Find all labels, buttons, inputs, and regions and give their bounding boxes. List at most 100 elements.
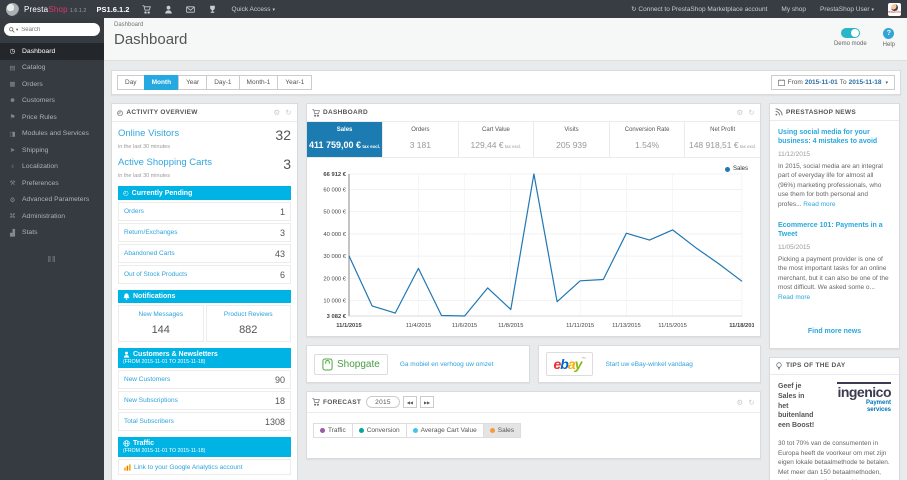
find-more-news-link[interactable]: Find more news [808, 328, 861, 335]
search-box[interactable]: ▾ [4, 23, 100, 36]
refresh-icon[interactable]: ↻ [285, 108, 292, 117]
customer-icon[interactable] [164, 5, 173, 14]
date-range-button[interactable]: From 2015-11-01 To 2015-11-18 ▾ [770, 75, 895, 90]
ebay-link[interactable]: Start uw eBay-winkel vandaag [605, 361, 692, 368]
tab-month[interactable]: Month [143, 75, 180, 90]
tab-year-1[interactable]: Year-1 [277, 75, 313, 90]
help-icon[interactable]: ? [883, 28, 895, 39]
news-article-title[interactable]: Ecommerce 101: Payments in a Tweet [778, 221, 891, 240]
sidebar-item-stats[interactable]: ▟ Stats [0, 225, 104, 242]
demo-mode-toggle[interactable]: Demo mode [834, 28, 867, 47]
toggle-icon[interactable] [840, 28, 860, 38]
news-article-date: 11/05/2015 [778, 243, 811, 251]
kpi-orders[interactable]: Orders 3 181 [382, 122, 458, 157]
activity-row-orders[interactable]: Orders 1 [118, 202, 291, 221]
activity-row-out-of-stock-products[interactable]: Out of Stock Products 6 [118, 265, 291, 284]
activity-overview-panel: ◴ ACTIVITY OVERVIEW ⚙ ↻ Online Visitors 3… [111, 103, 298, 480]
online-visitors-link[interactable]: Online Visitors [118, 128, 179, 139]
shopgate-ad[interactable]: Shopgate Ga mobiel en verhoog uw omzet [306, 345, 530, 383]
tab-day[interactable]: Day [117, 75, 145, 90]
main: Dashboard Dashboard Demo mode ? Help Day… [104, 18, 907, 480]
sidebar-item-shipping[interactable]: ➤ Shipping [0, 142, 104, 159]
tips-panel-header: TIPS OF THE DAY [770, 358, 899, 375]
quick-access-menu[interactable]: Quick Access ▾ [231, 6, 275, 13]
sidebar-item-modules-and-services[interactable]: ◨ Modules and Services [0, 126, 104, 143]
kpi-value: 1.54% [635, 140, 660, 150]
refresh-icon[interactable]: ↻ [748, 108, 755, 117]
activity-row-new-subscriptions[interactable]: New Subscriptions 18 [118, 391, 291, 410]
shop-code[interactable]: PS1.6.1.2 [97, 5, 130, 14]
read-more-link[interactable]: Read more [778, 294, 810, 301]
marketplace-link[interactable]: ↻ Connect to PrestaShop Marketplace acco… [631, 5, 767, 13]
my-shop-link[interactable]: My shop [781, 6, 806, 13]
active-carts-link[interactable]: Active Shopping Carts [118, 157, 212, 168]
legend-label: Conversion [366, 427, 400, 434]
news-panel-header: PRESTASHOP NEWS [770, 104, 899, 121]
kpi-cart-value[interactable]: Cart Value 129,44 € tax excl. [457, 122, 534, 157]
sales-chart-area: Sales 66 912 € 60 000 € 50 000 € 40 000 € 30… [307, 158, 760, 336]
news-article-title[interactable]: Using social media for your business: 4 … [778, 128, 891, 147]
kpi-visits[interactable]: Visits 205 939 [533, 122, 609, 157]
forecast-legend-traffic[interactable]: Traffic [313, 423, 353, 438]
forecast-year[interactable]: 2015 [366, 396, 400, 408]
sidebar-item-administration[interactable]: ⌘ Administration [0, 208, 104, 225]
kpi-net-profit[interactable]: Net Profit 148 918,51 € tax excl. [684, 122, 760, 157]
chevron-down-icon[interactable]: ▾ [16, 27, 18, 33]
prestashop-logo[interactable] [6, 2, 19, 16]
gear-icon[interactable]: ⚙ [736, 398, 743, 407]
sidebar-item-advanced-parameters[interactable]: ⚙ Advanced Parameters [0, 192, 104, 209]
cart-icon[interactable] [142, 4, 152, 14]
user-menu[interactable]: PrestaShop User ▾ [820, 6, 874, 13]
range-tabs: Day Month Year Day-1 Month-1 Year-1 [117, 75, 313, 90]
activity-row-label: New Subscriptions [124, 397, 178, 404]
activity-row-total-subscribers[interactable]: Total Subscribers 1308 [118, 412, 291, 431]
kpi-row: Sales 411 759,00 € tax excl. Orders 3 181 Ca… [307, 122, 760, 158]
avatar[interactable]: PrestaShop [888, 2, 901, 16]
gear-icon[interactable]: ⚙ [736, 108, 743, 117]
sidebar-item-catalog[interactable]: ▤ Catalog [0, 60, 104, 77]
kpi-conversion-rate[interactable]: Conversion Rate 1.54% [608, 122, 685, 157]
sidebar-item-dashboard[interactable]: ◷ Dashboard [0, 43, 104, 60]
tab-year[interactable]: Year [178, 75, 208, 90]
sidebar-item-customers[interactable]: ☻ Customers [0, 93, 104, 110]
legend-label: Average Cart Value [420, 427, 477, 434]
activity-row-return-exchanges[interactable]: Return/Exchanges 3 [118, 223, 291, 242]
breadcrumb[interactable]: Dashboard [114, 22, 897, 28]
kpi-label: Visits [564, 127, 579, 133]
stats-icon: ▟ [10, 229, 15, 237]
search-input[interactable] [21, 26, 95, 33]
read-more-link[interactable]: Read more [803, 201, 835, 208]
ebay-ad[interactable]: ebay™ Start uw eBay-winkel vandaag [537, 345, 761, 383]
forecast-next-button[interactable]: ▶▶ [419, 396, 435, 408]
tab-month-1[interactable]: Month-1 [238, 75, 279, 90]
envelope-icon[interactable] [186, 5, 196, 14]
tab-day-1[interactable]: Day-1 [206, 75, 240, 90]
ingenico-logo: ingenico Payment services [837, 381, 891, 413]
notification-product-reviews[interactable]: Product Reviews 882 [205, 305, 291, 342]
sidebar-item-price-rules[interactable]: ⚑ Price Rules [0, 109, 104, 126]
gear-icon[interactable]: ⚙ [273, 108, 280, 117]
sidebar-item-preferences[interactable]: ⚒ Preferences [0, 175, 104, 192]
sidebar-item-localization[interactable]: ♁ Localization [0, 159, 104, 176]
trophy-icon[interactable] [208, 5, 217, 14]
news-article-date: 11/12/2015 [778, 150, 811, 158]
svg-text:11/6/2015: 11/6/2015 [452, 323, 477, 329]
kpi-sales[interactable]: Sales 411 759,00 € tax excl. [307, 122, 383, 157]
activity-row-abandoned-carts[interactable]: Abandoned Carts 43 [118, 244, 291, 263]
notifications-section: Notifications New Messages 144 Product Rev… [118, 290, 291, 342]
sidebar-item-orders[interactable]: ▦ Orders [0, 76, 104, 93]
activity-row-new-customers[interactable]: New Customers 90 [118, 370, 291, 389]
refresh-icon[interactable]: ↻ [748, 398, 755, 407]
help-button[interactable]: ? Help [883, 28, 895, 48]
topbar: PrestaShop 1.6.1.2 PS1.6.1.2 Quick Access… [0, 0, 907, 18]
shopgate-link[interactable]: Ga mobiel en verhoog uw omzet [400, 361, 494, 368]
forecast-legend-conversion[interactable]: Conversion [351, 423, 407, 438]
forecast-legend-average-cart-value[interactable]: Average Cart Value [405, 423, 484, 438]
sidebar-collapse-icon[interactable]: ‖‖ [0, 255, 104, 264]
google-analytics-link-row[interactable]: Link to your Google Analytics account [118, 459, 291, 475]
chart-legend[interactable]: Sales [724, 166, 748, 172]
sidebar-item-label: Customers [22, 97, 55, 105]
forecast-legend-sales[interactable]: Sales [482, 423, 521, 438]
notification-new-messages[interactable]: New Messages 144 [118, 305, 204, 342]
forecast-prev-button[interactable]: ◀◀ [402, 396, 417, 408]
